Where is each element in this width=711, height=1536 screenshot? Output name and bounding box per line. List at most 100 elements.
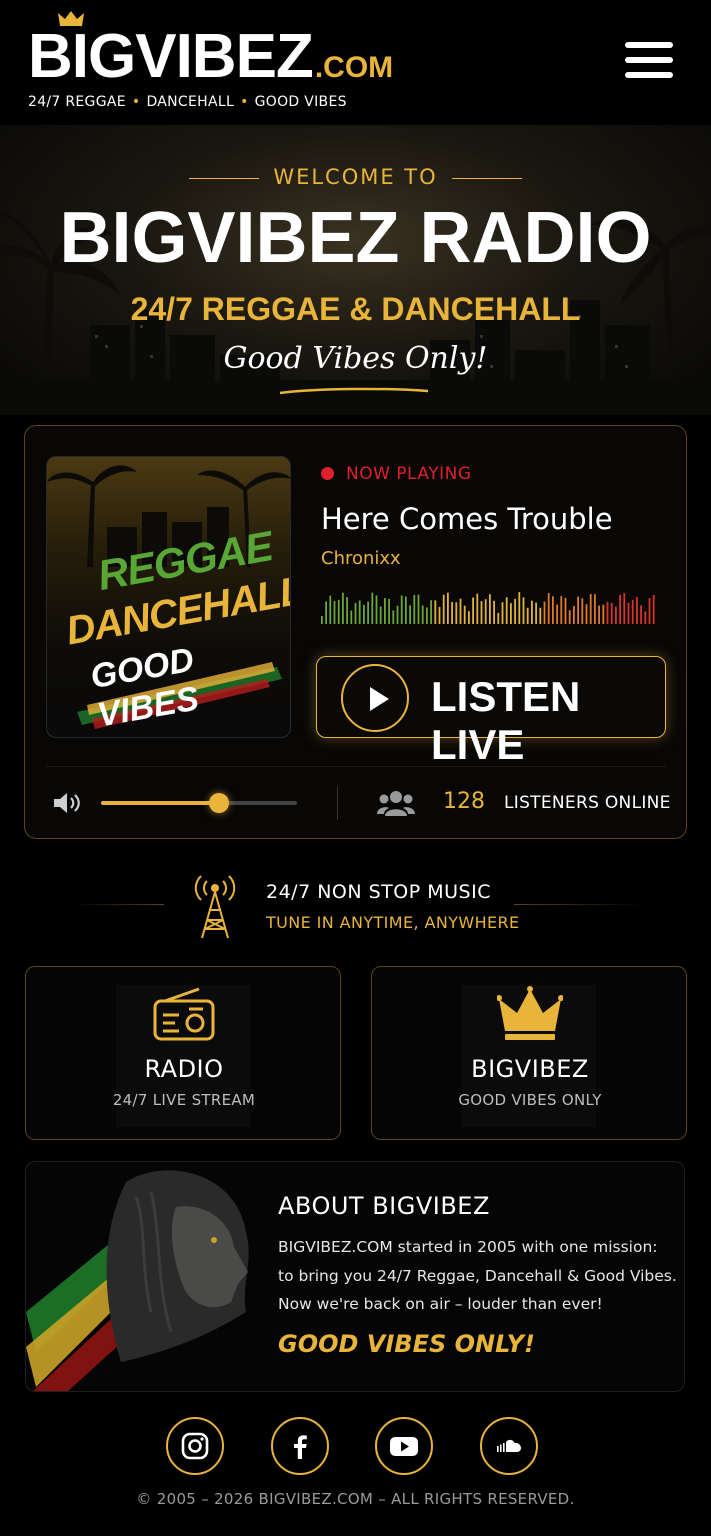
hero-subtitle: 24/7 REGGAE & DANCEHALL bbox=[130, 291, 581, 327]
decor-line bbox=[72, 904, 164, 905]
waveform-bar bbox=[451, 602, 453, 624]
decor-line bbox=[514, 904, 644, 905]
waveform-bar bbox=[547, 593, 550, 624]
instagram-button[interactable] bbox=[166, 1417, 224, 1475]
waveform-bar bbox=[346, 597, 348, 624]
radio-player: REGGAE DANCEHALL GOOD VIBES NOW PLAYING … bbox=[24, 425, 687, 839]
waveform-bar bbox=[442, 594, 445, 624]
about-line: Now we're back on air – louder than ever… bbox=[278, 1295, 603, 1313]
listen-live-button[interactable]: LISTEN LIVE bbox=[316, 656, 666, 768]
listeners-icon bbox=[377, 791, 415, 816]
play-icon bbox=[341, 664, 409, 732]
waveform-bar bbox=[463, 605, 466, 624]
track-artist: Chronixx bbox=[321, 548, 401, 569]
volume-handle[interactable] bbox=[208, 793, 229, 813]
now-playing-label: NOW PLAYING bbox=[346, 464, 472, 484]
waveform-bar bbox=[342, 592, 344, 624]
waveform-bar bbox=[388, 598, 390, 624]
volume-slider[interactable] bbox=[101, 793, 297, 813]
soundcloud-button[interactable] bbox=[480, 1417, 538, 1475]
youtube-button[interactable] bbox=[375, 1417, 433, 1475]
bigvibez-card[interactable]: BIGVIBEZ GOOD VIBES ONLY bbox=[371, 966, 687, 1140]
radio-card-title: RADIO bbox=[144, 1055, 224, 1083]
waveform-bar bbox=[640, 605, 642, 624]
waveform-bar bbox=[602, 604, 605, 624]
radio-icon bbox=[153, 987, 215, 1041]
waveform-bar bbox=[468, 611, 470, 624]
waveform-bar bbox=[400, 595, 403, 624]
waveform-bar bbox=[518, 592, 521, 624]
facebook-button[interactable] bbox=[271, 1417, 329, 1475]
waveform-bar bbox=[375, 595, 378, 624]
nonstop-title: 24/7 NON STOP MUSIC bbox=[266, 881, 491, 903]
player-divider bbox=[46, 766, 666, 767]
logo-domain: .COM bbox=[314, 51, 394, 84]
hero-title: BIGVIBEZ RADIO bbox=[59, 198, 652, 278]
about-slogan: GOOD VIBES ONLY! bbox=[278, 1330, 535, 1358]
bigvibez-card-title: BIGVIBEZ bbox=[471, 1055, 589, 1083]
waveform-bar bbox=[396, 605, 399, 624]
waveform-bar bbox=[417, 594, 420, 624]
about-line: BIGVIBEZ.COM started in 2005 with one mi… bbox=[278, 1238, 658, 1256]
soundcloud-icon bbox=[497, 1439, 521, 1452]
waveform-bar bbox=[648, 598, 651, 624]
waveform-bar bbox=[501, 602, 504, 624]
waveform-bar bbox=[577, 596, 579, 624]
waveform-bar bbox=[543, 601, 546, 624]
now-playing-indicator: NOW PLAYING bbox=[321, 464, 472, 484]
volume-icon[interactable] bbox=[52, 790, 84, 816]
audio-waveform bbox=[321, 592, 655, 624]
waveform-bar bbox=[484, 599, 487, 624]
waveform-bar bbox=[426, 607, 428, 624]
radio-card[interactable]: RADIO 24/7 LIVE STREAM bbox=[25, 966, 341, 1140]
waveform-bar bbox=[337, 599, 340, 624]
waveform-bar bbox=[413, 595, 416, 624]
logo-text: BIGVIBEZ bbox=[28, 22, 314, 91]
waveform-bar bbox=[430, 600, 432, 624]
tagline-part: 24/7 REGGAE bbox=[28, 94, 126, 110]
waveform-bar bbox=[610, 602, 613, 624]
waveform-bar bbox=[367, 601, 369, 624]
social-links bbox=[0, 1415, 711, 1479]
waveform-bar bbox=[472, 597, 474, 624]
hero-slogan: Good Vibes Only! bbox=[223, 341, 488, 376]
hero-banner: WELCOME TO BIGVIBEZ RADIO 24/7 REGGAE & … bbox=[0, 125, 711, 415]
waveform-bar bbox=[606, 601, 609, 624]
waveform-bar bbox=[505, 597, 508, 624]
waveform-bar bbox=[581, 598, 584, 624]
about-section: ABOUT BIGVIBEZ BIGVIBEZ.COM started in 2… bbox=[25, 1161, 685, 1392]
waveform-bar bbox=[438, 607, 441, 624]
hamburger-menu-icon[interactable] bbox=[625, 42, 673, 84]
waveform-bar bbox=[321, 616, 323, 624]
waveform-bar bbox=[325, 601, 327, 624]
logo-tagline: 24/7 REGGAE • DANCEHALL • GOOD VIBES bbox=[28, 94, 347, 110]
radio-card-subtitle: 24/7 LIVE STREAM bbox=[112, 1091, 256, 1109]
listen-live-label: LISTEN LIVE bbox=[431, 673, 581, 768]
waveform-bar bbox=[564, 597, 567, 624]
waveform-bar bbox=[384, 598, 386, 624]
waveform-bar bbox=[497, 612, 500, 624]
waveform-bar bbox=[585, 604, 588, 624]
waveform-bar bbox=[535, 602, 537, 624]
tagline-part: DANCEHALL bbox=[146, 94, 235, 110]
slogan-underline bbox=[279, 387, 429, 395]
waveform-bar bbox=[455, 602, 458, 624]
tagline-part: GOOD VIBES bbox=[254, 94, 347, 110]
waveform-bar bbox=[480, 601, 483, 624]
about-description: BIGVIBEZ.COM started in 2005 with one mi… bbox=[278, 1233, 678, 1319]
listener-count: 128 bbox=[443, 789, 485, 814]
waveform-bar bbox=[552, 596, 554, 624]
waveform-bar bbox=[392, 610, 395, 624]
hero-welcome: WELCOME TO bbox=[0, 165, 711, 189]
site-logo[interactable]: BIGVIBEZ.COM 24/7 REGGAE • DANCEHALL • GOOD … bbox=[28, 11, 394, 110]
facebook-icon bbox=[294, 1435, 307, 1459]
waveform-bar bbox=[556, 604, 558, 624]
live-dot-icon bbox=[321, 467, 334, 480]
waveform-bar bbox=[405, 596, 407, 624]
waveform-bar bbox=[623, 593, 626, 624]
waveform-bar bbox=[476, 593, 479, 624]
waveform-bar bbox=[493, 600, 495, 624]
track-title: Here Comes Trouble bbox=[321, 502, 613, 536]
waveform-bar bbox=[522, 597, 525, 624]
waveform-bar bbox=[644, 611, 647, 624]
